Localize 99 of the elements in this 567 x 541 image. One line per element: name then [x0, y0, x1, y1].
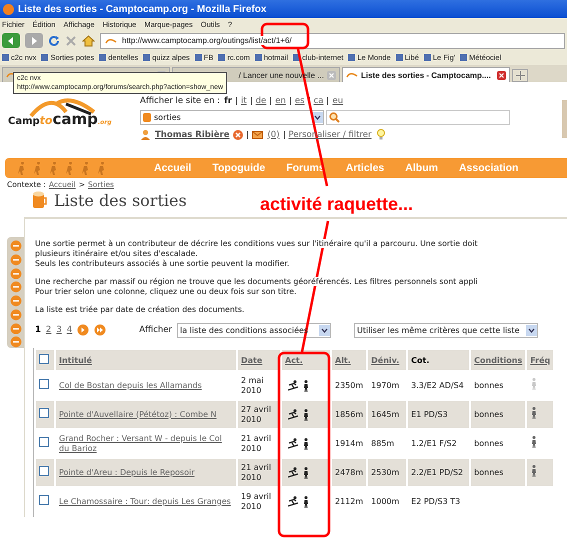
language-label: Afficher le site en : [140, 96, 220, 106]
language-link[interactable]: en [275, 96, 286, 106]
hiker-icon [302, 466, 310, 478]
outing-link[interactable]: Col de Bostan depuis les Allamands [59, 380, 233, 390]
table-cell: bonnes [474, 468, 504, 476]
table-cell: bonnes [474, 438, 504, 448]
back-arrow-icon [7, 36, 15, 44]
table-cell: E1 PD/S3 [411, 410, 448, 418]
mail-icon[interactable] [252, 130, 264, 138]
new-tab-button[interactable] [512, 69, 528, 82]
annotation-label: activité raquette... [260, 194, 414, 215]
table-cell: bonnes [474, 380, 504, 390]
language-link[interactable]: es [294, 96, 305, 106]
tool-icon[interactable] [10, 308, 22, 320]
hiker-icon [302, 380, 310, 392]
site-icon [346, 71, 358, 79]
table-cell: 1645m [371, 410, 400, 418]
table-cell: 1914m [335, 438, 364, 448]
table-cell: 2350m [335, 380, 364, 390]
tool-icon[interactable] [10, 240, 22, 252]
hiker-icon [302, 408, 310, 420]
plus-icon [516, 71, 524, 80]
outing-link[interactable]: Grand Rocher : Versant W - depuis le Col du Barioz [59, 434, 233, 454]
table-cell: bonnes [474, 410, 504, 418]
language-link[interactable]: ca [314, 96, 324, 106]
photo-placeholder [562, 100, 567, 138]
next-page-icon[interactable] [77, 324, 90, 336]
tool-icon[interactable] [10, 281, 22, 293]
messages-link[interactable]: (0) [267, 130, 280, 140]
table-cell: 2478m [335, 468, 364, 476]
last-page-icon[interactable] [94, 324, 106, 336]
forward-button[interactable] [25, 33, 43, 48]
tool-icon[interactable] [10, 336, 22, 348]
site-icon [105, 36, 117, 44]
page-title: Liste des sorties [54, 190, 187, 210]
table-cell: 1856m [335, 410, 364, 418]
hiker-icon [302, 496, 310, 508]
mug-icon [32, 191, 48, 209]
tool-icon[interactable] [10, 254, 22, 266]
page-link[interactable]: 3 [56, 325, 62, 335]
user-name-link[interactable]: Thomas Ribière [155, 130, 230, 140]
outing-link[interactable]: Le Chamossaire : Tour: depuis Les Granges [59, 496, 233, 506]
browser-icon [3, 4, 14, 14]
table-cell: 2530m [371, 468, 400, 476]
page-link[interactable]: 4 [66, 325, 72, 335]
skier-icon [288, 408, 299, 420]
table-cell-text: 19 avril 2010 [241, 492, 272, 512]
display-label: Afficher [139, 325, 172, 335]
language-link[interactable]: eu [332, 96, 344, 106]
hiker-icon [302, 438, 310, 450]
browser-tab[interactable]: Liste des sorties - Camptocamp.... [342, 67, 510, 82]
search-icon [329, 112, 340, 123]
tool-icon[interactable] [10, 322, 22, 334]
table-cell: E2 PD/S3 T3 [411, 496, 460, 506]
language-link[interactable]: de [256, 96, 266, 106]
page-link[interactable]: 1 [35, 325, 41, 335]
back-button[interactable] [2, 33, 20, 48]
table-cell: 1970m [371, 380, 400, 390]
reload-icon[interactable] [48, 34, 60, 46]
row-checkbox[interactable] [39, 466, 49, 476]
table-cell: 1.2/E1 F/S2 [411, 438, 457, 448]
user-icon [140, 129, 151, 140]
skier-icon [288, 466, 299, 478]
page-link[interactable]: 2 [46, 325, 52, 335]
category-select[interactable]: sorties [140, 110, 324, 125]
row-checkbox[interactable] [39, 495, 49, 505]
table-cell-text: 21 avril 2010 [241, 434, 272, 454]
table-cell: 885m [371, 438, 394, 448]
language-link[interactable]: it [240, 96, 247, 106]
stop-icon[interactable] [65, 34, 77, 46]
skier-icon [288, 438, 299, 448]
home-icon[interactable] [82, 34, 95, 46]
row-checkbox[interactable] [39, 437, 49, 447]
dropdown-icon [526, 324, 538, 336]
forward-arrow-icon [30, 36, 38, 44]
criteria-select[interactable]: Utiliser les même critères que cette liste [354, 322, 538, 338]
column-header[interactable]: Act. [285, 356, 303, 364]
table-cell-text: 2 mai 2010 [241, 376, 265, 396]
address-bar[interactable]: http://www.camptocamp.org/outings/list/act/1+6/ [100, 32, 565, 48]
skier-icon [288, 496, 299, 506]
table-cell: 1000m [371, 496, 400, 506]
tool-icon[interactable] [10, 268, 22, 280]
close-tab-icon[interactable] [497, 70, 506, 80]
logout-icon[interactable] [233, 130, 244, 140]
search-field[interactable] [326, 110, 510, 125]
tool-icon[interactable] [10, 295, 22, 307]
language-link[interactable]: fr [224, 96, 232, 106]
lightbulb-icon [376, 129, 386, 140]
table-cell: 3.3/E2 AD/S4 [411, 380, 464, 390]
select-all-checkbox[interactable] [39, 354, 49, 364]
window-title: Liste des sorties - Camptocamp.org - Mozilla Firefox [18, 4, 266, 14]
row-checkbox[interactable] [39, 379, 49, 389]
skier-icon [288, 380, 299, 390]
table-cell: 2.2/E1 PD/S2 [411, 468, 464, 476]
row-checkbox[interactable] [39, 408, 49, 418]
column-header: Cot. [411, 356, 430, 364]
table-cell: 2112m [335, 496, 364, 506]
dropdown-icon [319, 324, 330, 336]
column-header[interactable]: Intitulé [59, 356, 92, 364]
